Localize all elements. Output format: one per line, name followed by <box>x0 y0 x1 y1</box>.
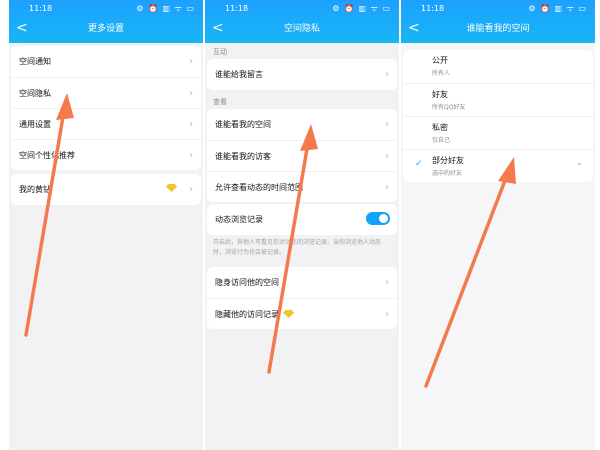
chevron-right-icon: › <box>189 56 193 67</box>
chevron-right-icon: › <box>189 150 193 161</box>
chevron-right-icon: › <box>385 182 389 193</box>
settings-item-space-privacy[interactable]: 空间隐私 › <box>11 77 201 108</box>
view-group: 谁能看我的空间 › 谁能看我的访客 › 允许查看动态的时间范围 › <box>207 109 397 202</box>
status-bar: 11:18 ⚙ ⏰ ▥ ᯤ ▭ <box>9 0 203 17</box>
settings-item-label: 谁能给我留言 <box>215 70 263 79</box>
option-public[interactable]: 公开 所有人 <box>403 50 593 83</box>
settings-item-time-range[interactable]: 允许查看动态的时间范围 › <box>207 171 397 202</box>
settings-item-label: 空间通知 <box>19 57 51 66</box>
nav-bar: < 更多设置 <box>9 17 203 41</box>
header: 11:18 ⚙ ⏰ ▥ ᯤ ▭ < 空间隐私 <box>205 0 399 43</box>
settings-group: 空间通知 › 空间隐私 › 通用设置 › 空间个性化推荐 › <box>11 46 201 170</box>
settings-item-recommend[interactable]: 空间个性化推荐 › <box>11 139 201 170</box>
header: 11:18 ⚙ ⏰ ▥ ᯤ ▭ < 更多设置 <box>9 0 203 43</box>
nav-bar: < 谁能看我的空间 <box>401 17 595 41</box>
option-private[interactable]: 私密 仅自己 <box>403 116 593 149</box>
chevron-down-icon[interactable]: ⌄ <box>576 158 583 167</box>
settings-item-label: 我的黄钻 <box>19 185 51 194</box>
section-label-interact: 互动 <box>213 48 227 56</box>
option-some-friends[interactable]: ✓ 部分好友 选中的好友 ⌄ <box>403 149 593 182</box>
browse-record-hint: 开启后，其他人可看见你对动态的浏览记录。当你浏览他人动态时，浏览行为也会被记录。 <box>213 239 382 256</box>
page-title: 更多设置 <box>87 24 124 34</box>
header: 11:18 ⚙ ⏰ ▥ ᯤ ▭ < 谁能看我的空间 <box>401 0 595 43</box>
settings-item-stealth-visit[interactable]: 隐身访问他的空间 › <box>207 267 397 298</box>
diamond-icon <box>166 184 177 192</box>
option-title: 私密 <box>432 123 448 132</box>
settings-item-who-can-comment[interactable]: 谁能给我留言 › <box>207 59 397 90</box>
settings-item-label: 空间隐私 <box>19 89 51 98</box>
nav-bar: < 空间隐私 <box>205 17 399 41</box>
chevron-right-icon: › <box>189 88 193 99</box>
page-title: 谁能看我的空间 <box>466 24 530 34</box>
chevron-right-icon: › <box>189 119 193 130</box>
status-bar: 11:18 ⚙ ⏰ ▥ ᯤ ▭ <box>401 0 595 17</box>
settings-item-space-notify[interactable]: 空间通知 › <box>11 46 201 77</box>
settings-item-yellow-diamond[interactable]: 我的黄钻 › <box>11 174 201 205</box>
interact-group: 谁能给我留言 › <box>207 59 397 90</box>
settings-item-label: 动态浏览记录 <box>215 215 263 224</box>
toggle-knob <box>379 214 388 223</box>
option-title: 好友 <box>432 90 448 99</box>
settings-group-vip: 我的黄钻 › <box>11 174 201 205</box>
check-icon: ✓ <box>415 159 423 169</box>
status-time: 11:18 <box>421 4 445 13</box>
settings-item-label: 谁能看我的访客 <box>215 152 271 161</box>
who-can-view-space-screen: 11:18 ⚙ ⏰ ▥ ᯤ ▭ < 谁能看我的空间 公开 所有人 好友 所有QQ… <box>401 0 595 450</box>
option-subtitle: 所有人 <box>432 70 451 77</box>
settings-item-who-can-view-visitors[interactable]: 谁能看我的访客 › <box>207 140 397 171</box>
diamond-icon <box>283 310 294 318</box>
settings-item-label: 谁能看我的空间 <box>215 120 271 129</box>
settings-item-label: 隐身访问他的空间 <box>215 278 279 287</box>
status-time: 11:18 <box>225 4 249 13</box>
chevron-right-icon: › <box>385 151 389 162</box>
status-icons: ⚙ ⏰ ▥ ᯤ ▭ <box>136 4 195 13</box>
option-title: 公开 <box>432 56 448 65</box>
chevron-right-icon: › <box>385 277 389 288</box>
status-bar: 11:18 ⚙ ⏰ ▥ ᯤ ▭ <box>205 0 399 17</box>
chevron-right-icon: › <box>189 184 193 195</box>
page-title: 空间隐私 <box>283 24 320 34</box>
section-label-view: 查看 <box>213 98 227 106</box>
option-subtitle: 仅自己 <box>432 137 451 144</box>
settings-item-who-can-view-space[interactable]: 谁能看我的空间 › <box>207 109 397 140</box>
status-icons: ⚙ ⏰ ▥ ᯤ ▭ <box>528 4 587 13</box>
chevron-right-icon: › <box>385 309 389 320</box>
option-friends[interactable]: 好友 所有QQ好友 <box>403 83 593 116</box>
chevron-right-icon: › <box>385 119 389 130</box>
option-subtitle: 所有QQ好友 <box>432 104 466 111</box>
visibility-options: 公开 所有人 好友 所有QQ好友 私密 仅自己 ✓ 部分好友 选中的好友 ⌄ <box>403 50 593 182</box>
browse-record-group: 动态浏览记录 <box>207 204 397 235</box>
settings-item-label: 隐藏他的访问记录 <box>215 310 279 319</box>
status-icons: ⚙ ⏰ ▥ ᯤ ▭ <box>332 4 391 13</box>
settings-item-label: 空间个性化推荐 <box>19 151 75 160</box>
settings-item-label: 允许查看动态的时间范围 <box>215 183 303 192</box>
option-subtitle: 选中的好友 <box>432 170 463 177</box>
browse-record-toggle[interactable] <box>366 212 390 225</box>
settings-item-browse-record: 动态浏览记录 <box>207 204 397 235</box>
settings-item-hide-visit-record[interactable]: 隐藏他的访问记录 › <box>207 298 397 329</box>
settings-item-general[interactable]: 通用设置 › <box>11 108 201 139</box>
settings-item-label: 通用设置 <box>19 120 51 129</box>
chevron-right-icon: › <box>385 69 389 80</box>
space-privacy-screen: 11:18 ⚙ ⏰ ▥ ᯤ ▭ < 空间隐私 互动 谁能给我留言 › 查看 谁能… <box>205 0 399 450</box>
more-settings-screen: 11:18 ⚙ ⏰ ▥ ᯤ ▭ < 更多设置 空间通知 › 空间隐私 › 通用设… <box>9 0 203 450</box>
option-title: 部分好友 <box>432 156 464 165</box>
status-time: 11:18 <box>29 4 53 13</box>
visit-group: 隐身访问他的空间 › 隐藏他的访问记录 › <box>207 267 397 329</box>
